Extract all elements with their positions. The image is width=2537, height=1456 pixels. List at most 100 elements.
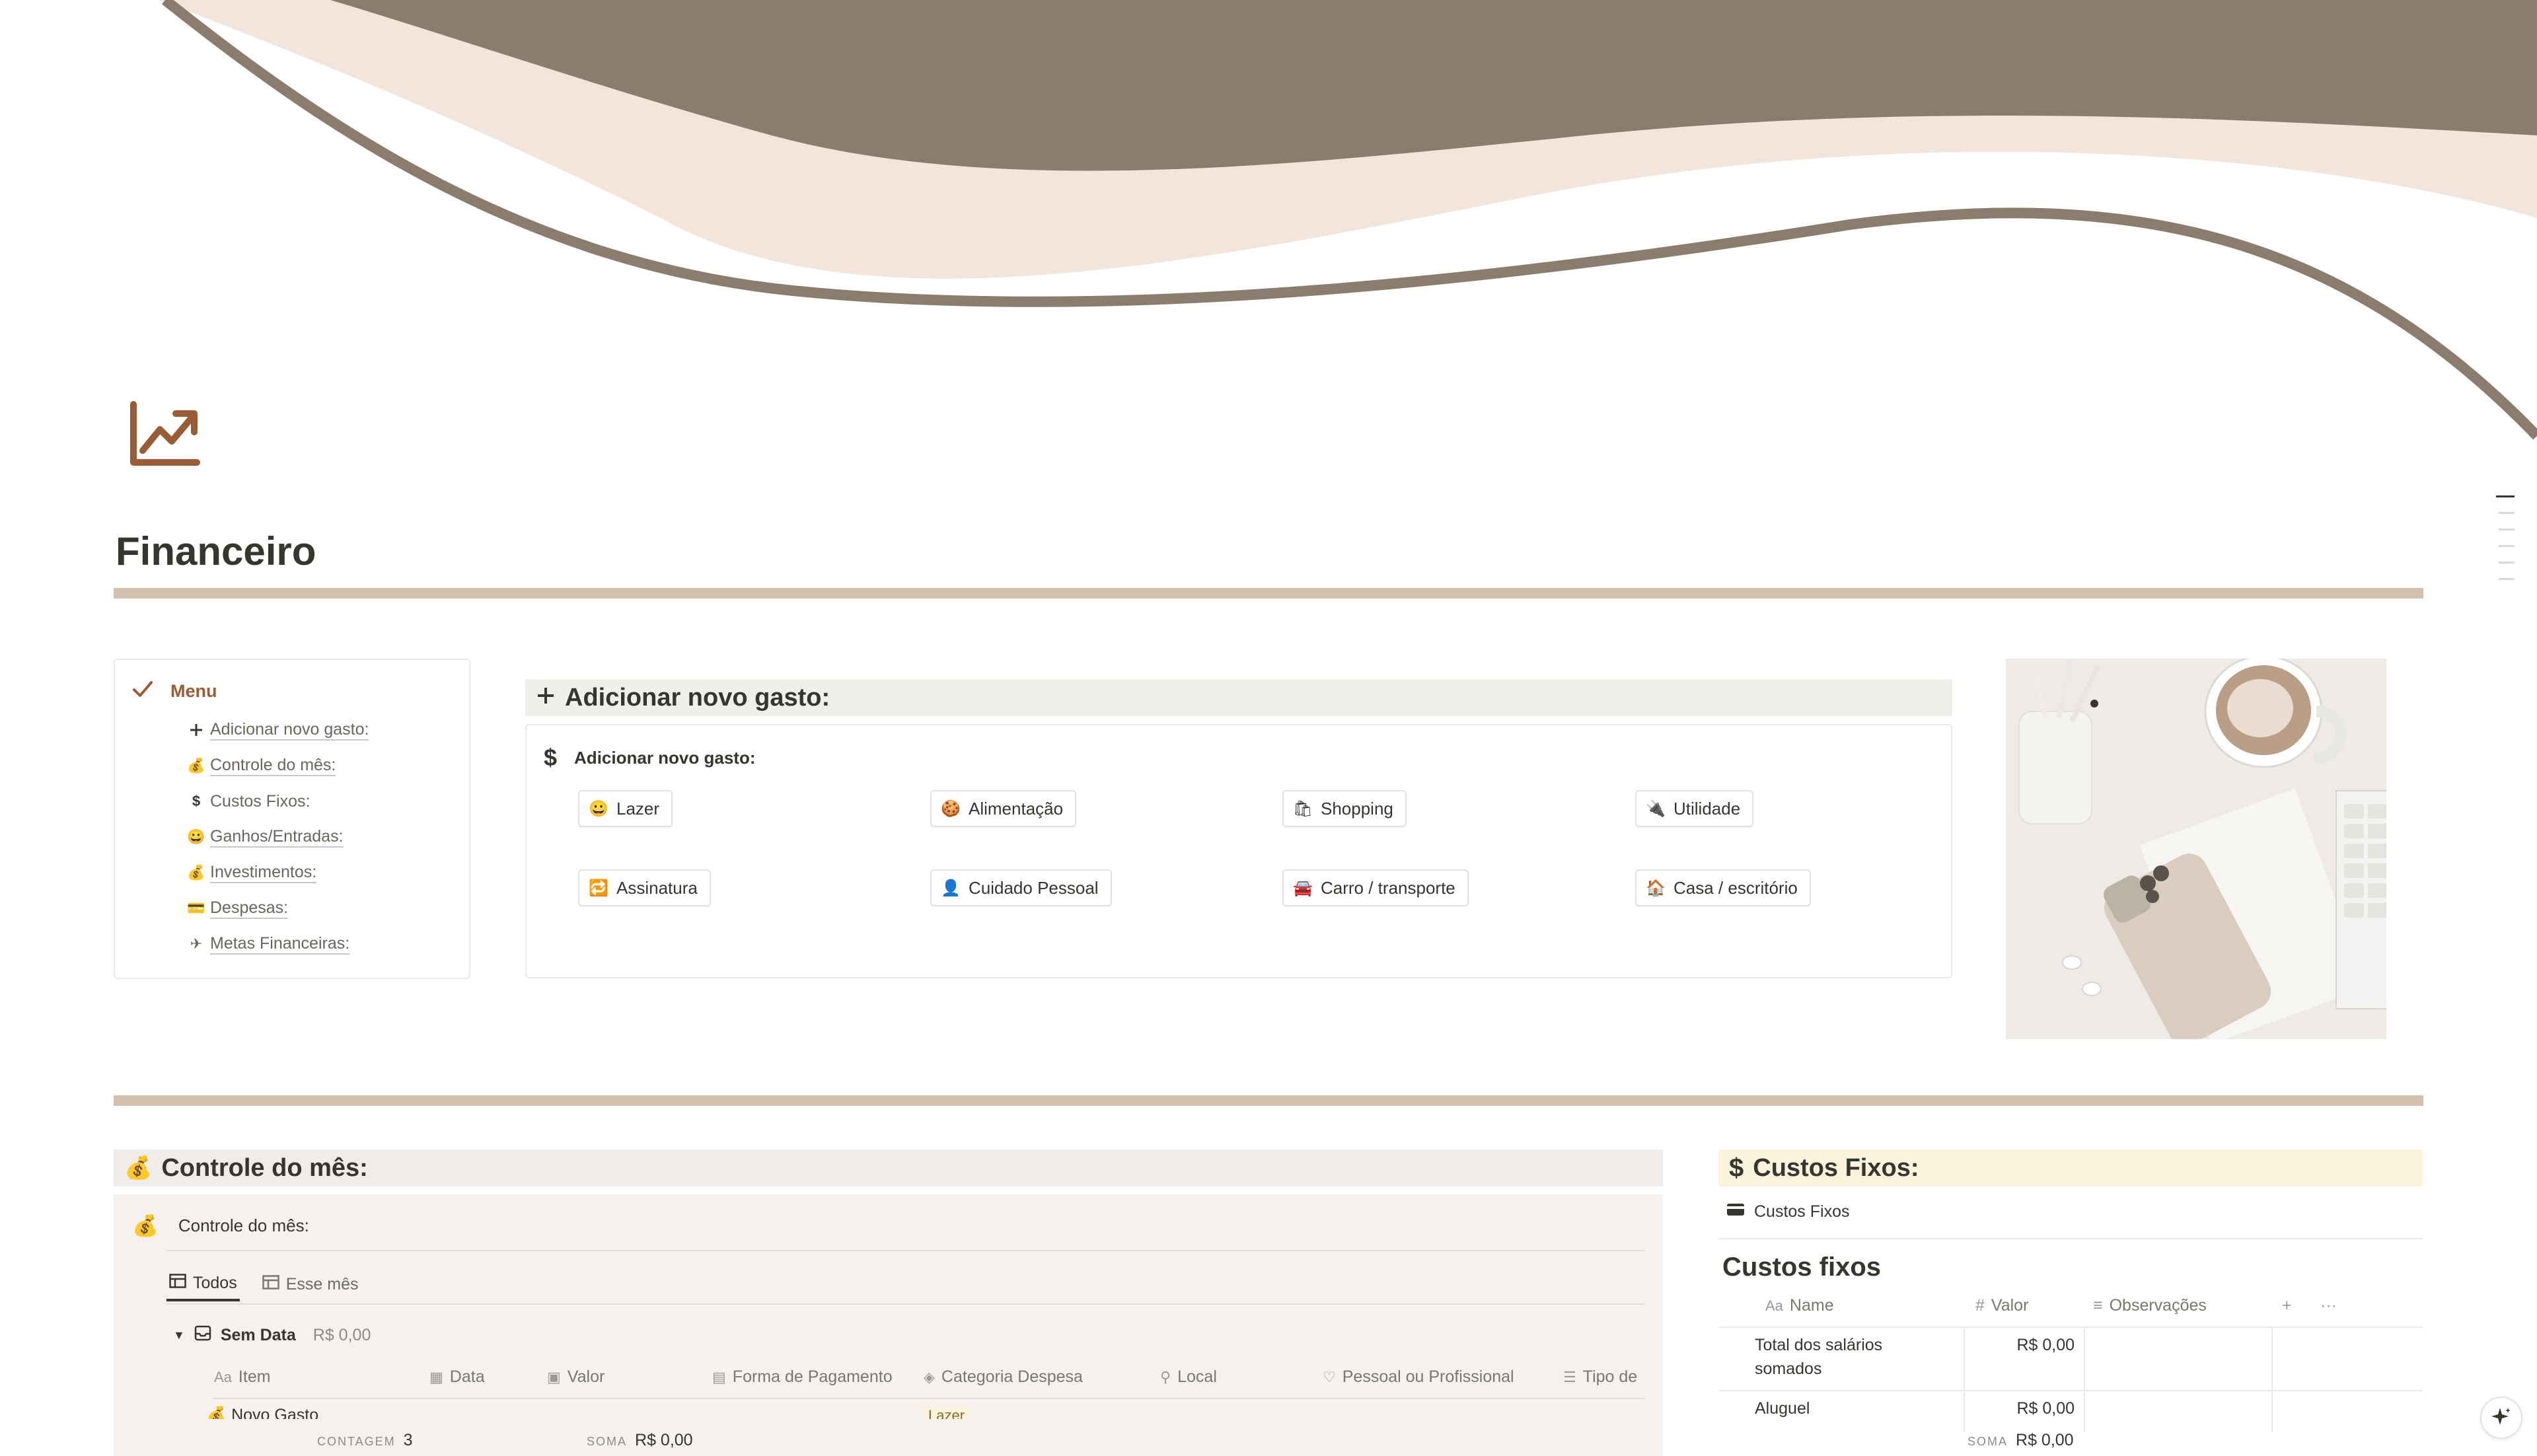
column-header-tipo[interactable]: ☰ Tipo de — [1563, 1367, 1637, 1387]
divider — [1718, 1390, 2423, 1391]
page-title: Financeiro — [116, 529, 316, 573]
tab-todos[interactable]: Todos — [166, 1267, 240, 1301]
casa-escritorio-button[interactable]: 🏠 Casa / escritório — [1635, 869, 1811, 906]
fixed-costs-heading: $ Custos Fixos: — [1718, 1149, 2423, 1186]
triangle-down-icon: ▼ — [173, 1329, 185, 1342]
sparkle-icon — [2491, 1406, 2512, 1430]
house-icon: 🏠 — [1646, 879, 1666, 897]
more-options-icon[interactable]: ··· — [2320, 1296, 2337, 1315]
column-header-data[interactable]: ▦ Data — [429, 1367, 485, 1387]
money-bag-icon: 💰 — [206, 1406, 227, 1419]
add-expense-card: $ Adicionar novo gasto: 😀 Lazer 🍪 Alimenta… — [525, 724, 1952, 978]
plus-icon — [536, 684, 556, 712]
table-of-contents-minimap[interactable] — [2496, 495, 2515, 595]
ai-assistant-button[interactable] — [2480, 1397, 2522, 1439]
month-control-db-link[interactable]: 💰 Controle do mês: — [132, 1213, 309, 1238]
list-icon: ☰ — [1563, 1368, 1576, 1385]
assinatura-button[interactable]: 🔁 Assinatura — [578, 869, 711, 906]
column-header-forma-pagamento[interactable]: ▤ Forma de Pagamento — [712, 1367, 893, 1387]
row-name[interactable]: Total dos salários somados — [1755, 1333, 1953, 1381]
utilidade-button[interactable]: 🔌 Utilidade — [1635, 790, 1754, 827]
cuidado-pessoal-button[interactable]: 👤 Cuidado Pessoal — [930, 869, 1112, 906]
pin-icon: ⚲ — [1160, 1368, 1171, 1385]
plus-icon — [188, 721, 205, 739]
menu-item-expenses[interactable]: 💳 Despesas: — [187, 891, 452, 926]
person-icon: 👤 — [941, 879, 961, 897]
sum-summary[interactable]: SOMA R$ 0,00 — [1967, 1431, 2077, 1450]
divider — [1964, 1327, 1965, 1432]
sum-summary[interactable]: SOMA R$ 0,00 — [587, 1431, 693, 1450]
menu-item-fixed-costs[interactable]: $ Custos Fixos: — [188, 783, 452, 819]
divider — [114, 588, 2423, 599]
month-control-database: 💰 Controle do mês: Todos Esse mês ▼ Sem … — [114, 1194, 1663, 1456]
card-icon: 💳 — [187, 900, 205, 916]
category-tag: Lazer — [923, 1407, 971, 1419]
view-tabs: Todos Esse mês — [166, 1267, 361, 1301]
column-header-categoria-despesa[interactable]: ◈ Categoria Despesa — [924, 1367, 1083, 1387]
divider — [166, 1250, 1644, 1251]
plane-icon: ✈ — [190, 935, 203, 952]
menu-heading: Menu — [132, 680, 452, 703]
menu-item-investments[interactable]: 💰 Investimentos: — [187, 855, 452, 891]
money-icon: ▣ — [547, 1368, 561, 1385]
desk-photo — [2006, 659, 2386, 1039]
divider — [1718, 1238, 2423, 1239]
month-control-heading: 💰 Controle do mês: — [114, 1149, 1663, 1186]
card-icon: ▤ — [712, 1368, 726, 1385]
menu-item-income[interactable]: 😀 Ganhos/Entradas: — [187, 819, 452, 855]
tab-esse-mes[interactable]: Esse mês — [260, 1267, 361, 1301]
car-icon: 🚘 — [1293, 879, 1313, 897]
number-icon: # — [1975, 1296, 1985, 1315]
count-summary[interactable]: CONTAGEM 3 — [317, 1431, 413, 1450]
food-icon: 🍪 — [941, 799, 961, 818]
trending-up-icon — [126, 396, 205, 476]
dollar-icon: $ — [544, 744, 558, 771]
column-header-valor[interactable]: ▣ Valor — [547, 1367, 605, 1387]
menu-item-add-expense[interactable]: Adicionar novo gasto: — [188, 712, 452, 748]
menu-item-goals[interactable]: ✈ Metas Financeiras: — [188, 926, 452, 962]
column-header-observacoes[interactable]: ≡ Observações — [2093, 1296, 2207, 1315]
column-header-item[interactable]: Aa Item — [214, 1367, 271, 1387]
divider — [114, 1095, 2423, 1106]
repeat-icon: 🔁 — [589, 879, 608, 897]
heart-icon: ♡ — [1323, 1368, 1336, 1385]
row-value[interactable]: R$ 0,00 — [1969, 1333, 2075, 1357]
tag-icon: ◈ — [924, 1368, 935, 1385]
divider — [2084, 1327, 2085, 1432]
money-bag-icon: 💰 — [124, 1155, 153, 1181]
row-name[interactable]: Aluguel — [1755, 1397, 1953, 1418]
divider — [213, 1398, 1644, 1399]
dollar-icon: $ — [192, 793, 201, 809]
add-column-plus-icon[interactable]: + — [2282, 1296, 2292, 1315]
carro-transporte-button[interactable]: 🚘 Carro / transporte — [1282, 869, 1469, 906]
shopping-button[interactable]: 🛍 Shopping — [1282, 790, 1407, 827]
shopping-bag-icon: 🛍 — [1292, 799, 1313, 818]
alimentacao-button[interactable]: 🍪 Alimentação — [930, 790, 1077, 827]
inbox-icon — [194, 1325, 211, 1346]
fixed-costs-table-title: Custos fixos — [1722, 1253, 1882, 1282]
fixed-costs-db-link[interactable]: Custos Fixos — [1726, 1202, 1849, 1221]
column-header-local[interactable]: ⚲ Local — [1160, 1367, 1217, 1387]
row-value[interactable]: R$ 0,00 — [1969, 1397, 2075, 1418]
table-icon — [169, 1273, 186, 1293]
add-expense-heading: Adicionar novo gasto: — [525, 679, 1952, 716]
menu-card: Menu Adicionar novo gasto: 💰 Controle do… — [114, 659, 470, 979]
add-expense-card-title: $ Adicionar novo gasto: — [544, 744, 756, 771]
calendar-icon: ▦ — [429, 1368, 443, 1385]
divider — [166, 1303, 1644, 1305]
column-header-valor[interactable]: # Valor — [1975, 1296, 2028, 1315]
plug-icon: 🔌 — [1646, 799, 1666, 818]
divider — [2271, 1327, 2273, 1432]
lazer-button[interactable]: 😀 Lazer — [578, 790, 673, 827]
menu-item-month-control[interactable]: 💰 Controle do mês: — [187, 748, 452, 783]
text-icon: Aa — [1765, 1297, 1783, 1314]
card-icon — [1726, 1202, 1745, 1221]
column-header-pessoal-profissional[interactable]: ♡ Pessoal ou Profissional — [1323, 1367, 1514, 1387]
divider — [1718, 1327, 2423, 1328]
group-sem-data[interactable]: ▼ Sem Data R$ 0,00 — [173, 1325, 371, 1346]
dollar-icon: $ — [1729, 1153, 1744, 1183]
column-header-name[interactable]: Aa Name — [1765, 1296, 1834, 1315]
table-row[interactable]: 💰 Novo Gasto — [206, 1406, 318, 1419]
lines-icon: ≡ — [2093, 1296, 2103, 1315]
money-bag-icon: 💰 — [187, 864, 205, 881]
